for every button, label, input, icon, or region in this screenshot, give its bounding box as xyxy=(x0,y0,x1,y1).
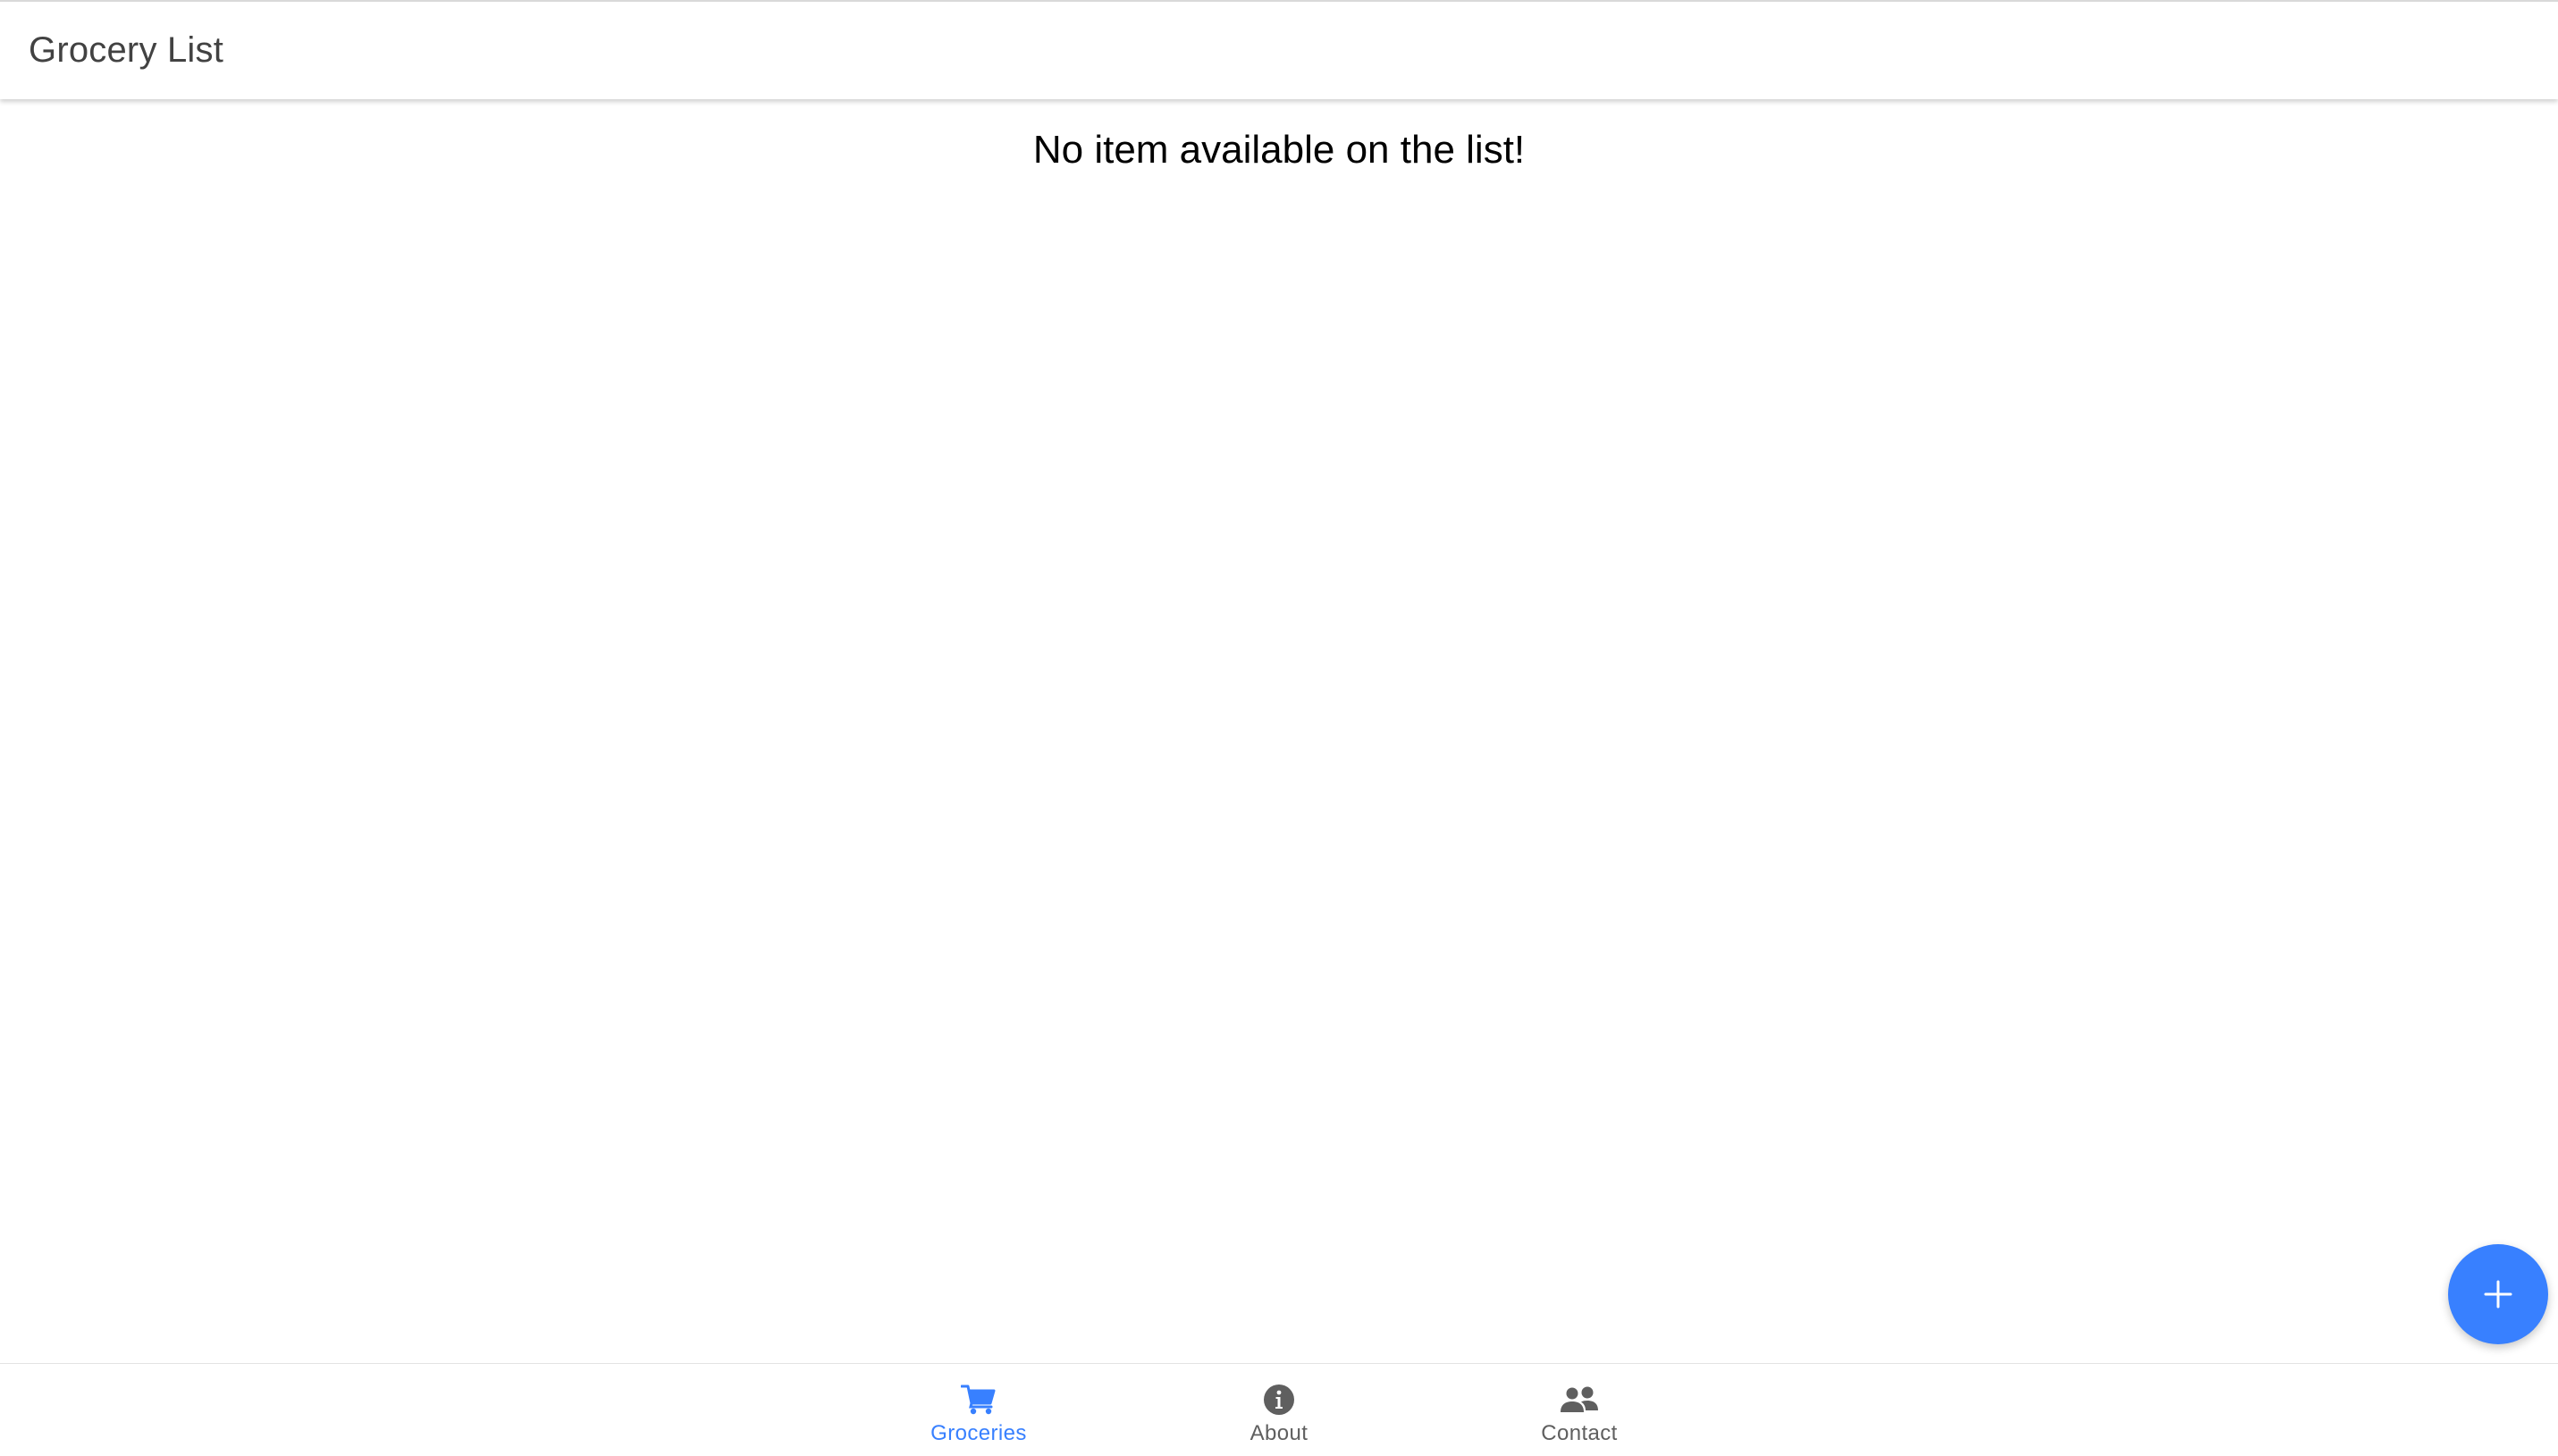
cart-icon xyxy=(959,1382,998,1418)
tab-about[interactable]: About xyxy=(1190,1364,1368,1456)
tab-groceries[interactable]: Groceries xyxy=(889,1364,1068,1456)
people-icon xyxy=(1560,1382,1599,1418)
add-item-fab-button[interactable] xyxy=(2448,1244,2548,1344)
tab-about-label: About xyxy=(1250,1421,1308,1445)
tab-contact-label: Contact xyxy=(1541,1421,1618,1445)
tab-contact[interactable]: Contact xyxy=(1490,1364,1669,1456)
empty-list-message: No item available on the list! xyxy=(1032,128,1526,172)
header-toolbar: Grocery List xyxy=(0,0,2558,99)
app-root: Grocery List No item available on the li… xyxy=(0,0,2558,1456)
main-content: No item available on the list! xyxy=(0,101,2558,1363)
bottom-tab-bar: Groceries About Contact xyxy=(0,1363,2558,1456)
tab-groceries-label: Groceries xyxy=(930,1421,1027,1445)
page-title: Grocery List xyxy=(29,30,224,70)
info-icon xyxy=(1259,1382,1299,1418)
add-icon xyxy=(2484,1280,2512,1309)
